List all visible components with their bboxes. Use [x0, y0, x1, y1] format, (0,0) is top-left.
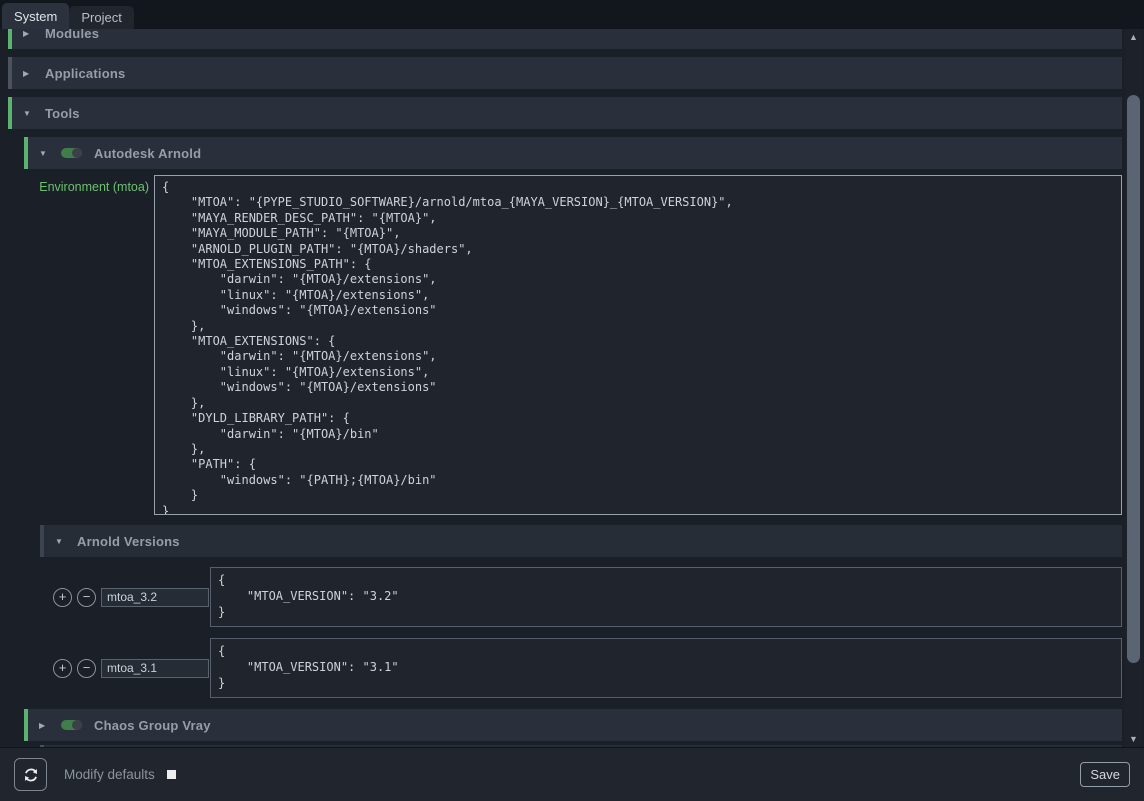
tab-system[interactable]: System: [2, 3, 69, 29]
arnold-enabled-toggle[interactable]: [61, 148, 82, 158]
section-label-applications: Applications: [45, 66, 125, 81]
add-version-button[interactable]: +: [53, 659, 72, 678]
version-row: + − { "MTOA_VERSION": "3.2" }: [40, 567, 1122, 627]
remove-version-button[interactable]: −: [77, 588, 96, 607]
footer-bar: Modify defaults Save: [0, 747, 1144, 801]
arnold-versions-section: ▼ Arnold Versions + − { "MTOA_VERSION": …: [24, 525, 1122, 698]
vertical-scrollbar[interactable]: ▲ ▼: [1125, 29, 1142, 747]
section-header-applications[interactable]: ▶ Applications: [8, 57, 1122, 89]
section-label-autodesk-arnold: Autodesk Arnold: [94, 146, 201, 161]
section-header-chaos-group-vray[interactable]: ▶ Chaos Group Vray: [24, 709, 1122, 741]
version-key-input[interactable]: [101, 588, 209, 607]
version-value-editor[interactable]: { "MTOA_VERSION": "3.2" }: [210, 567, 1122, 627]
scrollbar-thumb[interactable]: [1127, 95, 1140, 663]
refresh-button[interactable]: [14, 758, 47, 791]
modify-defaults-checkbox[interactable]: [167, 770, 176, 779]
add-version-button[interactable]: +: [53, 588, 72, 607]
settings-tab-bar: System Project: [0, 0, 1144, 29]
section-label-chaos-group-vray: Chaos Group Vray: [94, 718, 211, 733]
section-label-tools: Tools: [45, 106, 80, 121]
chevron-down-icon: ▼: [23, 109, 33, 118]
remove-version-button[interactable]: −: [77, 659, 96, 678]
version-value-editor[interactable]: { "MTOA_VERSION": "3.1" }: [210, 638, 1122, 698]
tools-section-body: ▼ Autodesk Arnold Environment (mtoa) { "…: [8, 129, 1122, 747]
chevron-down-icon: ▼: [55, 537, 65, 546]
section-header-arnold-versions[interactable]: ▼ Arnold Versions: [40, 525, 1122, 557]
chevron-right-icon: ▶: [39, 721, 49, 730]
chevron-right-icon: ▶: [23, 29, 33, 38]
environment-mtoa-label: Environment (mtoa): [24, 175, 154, 194]
chevron-right-icon: ▶: [23, 69, 33, 78]
section-header-modules[interactable]: ▶ Modules: [8, 29, 1122, 49]
chevron-down-icon: ▼: [39, 149, 49, 158]
settings-scroll-area: ▶ Modules ▶ Applications ▼ Tools ▼ Autod…: [0, 29, 1144, 747]
environment-mtoa-editor[interactable]: { "MTOA": "{PYPE_STUDIO_SOFTWARE}/arnold…: [154, 175, 1122, 515]
version-row: + − { "MTOA_VERSION": "3.1" }: [40, 638, 1122, 698]
arnold-section-body: Environment (mtoa) { "MTOA": "{PYPE_STUD…: [24, 169, 1122, 698]
section-label-modules: Modules: [45, 29, 99, 41]
section-header-tools[interactable]: ▼ Tools: [8, 97, 1122, 129]
tab-project[interactable]: Project: [69, 6, 133, 29]
section-header-autodesk-arnold[interactable]: ▼ Autodesk Arnold: [24, 137, 1122, 169]
vray-enabled-toggle[interactable]: [61, 720, 82, 730]
refresh-icon: [22, 766, 40, 784]
scroll-down-icon[interactable]: ▼: [1125, 731, 1142, 747]
modify-defaults-label: Modify defaults: [64, 767, 155, 782]
scroll-up-icon[interactable]: ▲: [1125, 29, 1142, 45]
version-key-input[interactable]: [101, 659, 209, 678]
section-label-arnold-versions: Arnold Versions: [77, 534, 180, 549]
save-button[interactable]: Save: [1080, 762, 1130, 787]
